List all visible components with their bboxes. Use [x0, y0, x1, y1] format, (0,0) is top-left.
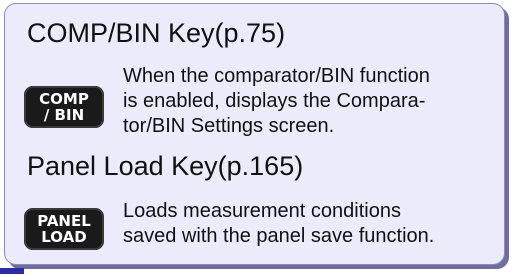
description-line: When the comparator/BIN function — [123, 65, 430, 87]
description-line: Loads measurement conditions — [123, 200, 401, 222]
comp-bin-key-label-line2: / BIN — [43, 106, 85, 124]
panel-load-key-icon: PANEL LOAD — [24, 208, 104, 250]
panel-load-key-heading: Panel Load Key(p.165) — [27, 151, 304, 181]
page: COMP/BIN Key(p.75) COMP / BIN When the c… — [0, 0, 517, 276]
comp-bin-key-heading: COMP/BIN Key(p.75) — [27, 18, 286, 48]
accent-bar — [0, 268, 24, 274]
comp-bin-key-label-line1: COMP — [39, 90, 89, 108]
info-box: COMP/BIN Key(p.75) COMP / BIN When the c… — [4, 3, 505, 265]
comp-bin-key-icon: COMP / BIN — [24, 86, 104, 128]
description-line: saved with the panel save function. — [123, 225, 435, 247]
description-line: tor/BIN Settings screen. — [123, 115, 335, 137]
comp-bin-key-description: When the comparator/BIN function is enab… — [123, 64, 503, 139]
panel-load-key-description: Loads measurement conditions saved with … — [123, 199, 503, 249]
panel-load-key-label-line2: LOAD — [41, 228, 87, 246]
panel-load-key-label-line1: PANEL — [37, 212, 91, 230]
description-line: is enabled, displays the Compara- — [123, 90, 426, 112]
